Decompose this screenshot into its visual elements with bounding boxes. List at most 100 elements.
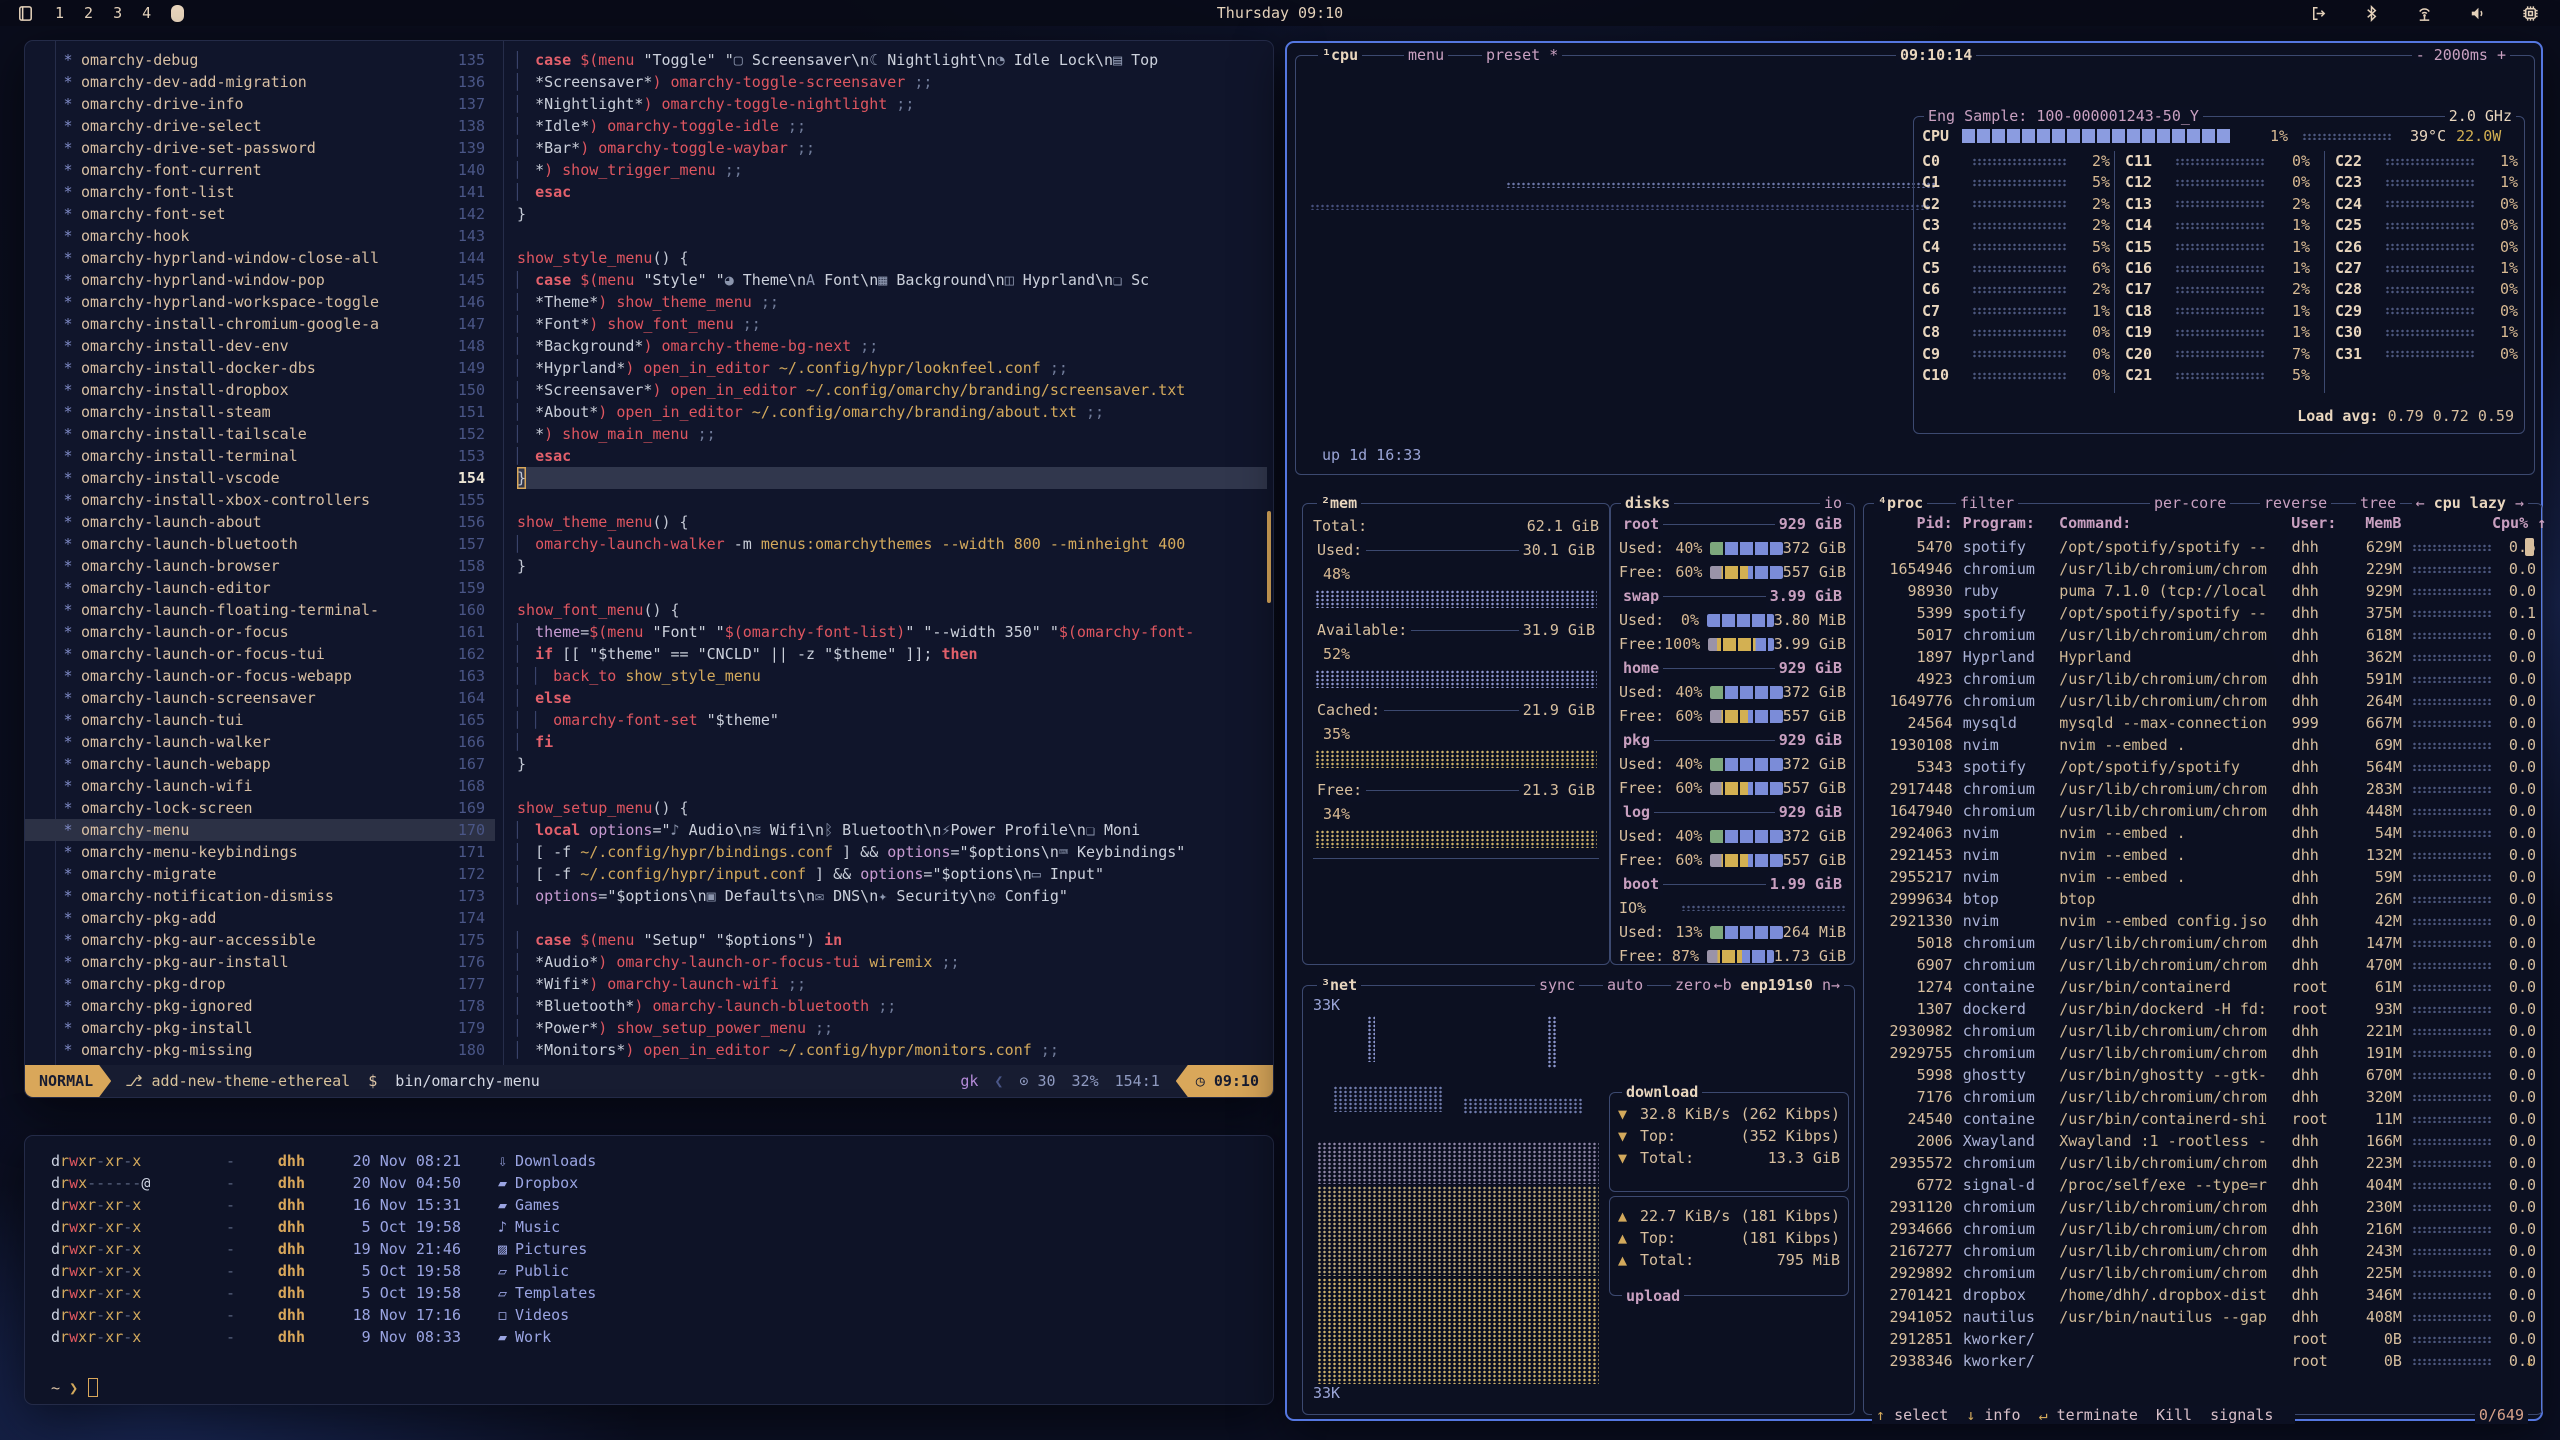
process-row[interactable]: 4923chromium/usr/lib/chromium/chromdhh59… (1870, 668, 2536, 690)
process-row[interactable]: 5470spotify/opt/spotify/spotify --dhh629… (1870, 536, 2536, 558)
proc-per-core[interactable]: per-core (2150, 494, 2230, 512)
code-pane[interactable]: ▏ case $(menu "Toggle" "▢ Screensaver\n☾… (517, 49, 1267, 1061)
editor-scrollbar[interactable] (1267, 511, 1271, 603)
process-row[interactable]: 5017chromium/usr/lib/chromium/chromdhh61… (1870, 624, 2536, 646)
cpu-watts: 22.0W (2456, 127, 2501, 145)
line-number: 179 (405, 1017, 485, 1039)
proc-filter[interactable]: filter (1956, 494, 2018, 512)
bluetooth-icon[interactable] (2362, 4, 2381, 23)
btop-window[interactable]: ¹cpu menu preset * 09:10:14 - 2000ms + u… (1285, 41, 2543, 1421)
process-row[interactable]: 2167277chromium/usr/lib/chromium/chromdh… (1870, 1240, 2536, 1262)
process-row[interactable]: 2938346kworker/root0B0.0↓ (1870, 1350, 2536, 1372)
update-interval[interactable]: - 2000ms + (2412, 46, 2510, 64)
process-row[interactable]: 98930rubypuma 7.1.0 (tcp://localdhh929M0… (1870, 580, 2536, 602)
mem-graph (1315, 670, 1597, 688)
process-row[interactable]: 2912851kworker/root0B0.0 (1870, 1328, 2536, 1350)
process-row[interactable]: 5998ghostty/usr/bin/ghostty --gtk-dhh670… (1870, 1064, 2536, 1086)
cpu-core-row: C310% (2335, 344, 2518, 365)
disk-meter (1708, 638, 1773, 651)
logout-icon[interactable] (2309, 4, 2328, 23)
code-line: ▏ *Bluetooth*) omarchy-launch-bluetooth … (517, 995, 1267, 1017)
process-row[interactable]: 2934666chromium/usr/lib/chromium/chromdh… (1870, 1218, 2536, 1240)
disk-usage-row: Used:40%372 GiB (1619, 680, 1846, 704)
mem-row: Cached:21.9 GiB (1313, 698, 1599, 722)
proc-box-title[interactable]: ⁴proc (1874, 494, 1927, 512)
mem-total-value: 62.1 GiB (1527, 514, 1599, 538)
net-auto-toggle[interactable]: auto (1603, 976, 1647, 994)
preset-button[interactable]: preset * (1482, 46, 1562, 64)
net-interface[interactable]: ←b enp191s0 n→ (1710, 976, 1844, 994)
process-row[interactable]: 2930982chromium/usr/lib/chromium/chromdh… (1870, 1020, 2536, 1042)
process-row[interactable]: 2931120chromium/usr/lib/chromium/chromdh… (1870, 1196, 2536, 1218)
cpu-box-title[interactable]: ¹cpu (1318, 46, 1362, 64)
code-line: ▏ [ -f ~/.config/hypr/bindings.conf ] &&… (517, 841, 1267, 863)
process-row[interactable]: 6772signal-d/proc/self/exe --type=rdhh40… (1870, 1174, 2536, 1196)
list-item: drwxr-xr-x-dhh 5 Oct 19:58▱Templates (51, 1282, 1263, 1304)
line-number: 155 (405, 489, 485, 511)
terminal-window[interactable]: drwxr-xr-x-dhh20 Nov 08:21⇩Downloadsdrwx… (24, 1135, 1274, 1405)
process-row[interactable]: 1307dockerd/usr/bin/dockerd -H fd:root93… (1870, 998, 2536, 1020)
disk-section: boot1.99 GiB (1619, 872, 1846, 896)
process-row[interactable]: 2921453nvimnvim --embed .dhh132M0.0 (1870, 844, 2536, 866)
disks-box-title[interactable]: disks (1621, 494, 1674, 512)
shell-prompt[interactable]: ~ ❯ (51, 1378, 98, 1397)
process-row[interactable]: 24564mysqldmysqld --max-connection999667… (1870, 712, 2536, 734)
net-sync-toggle[interactable]: sync (1535, 976, 1579, 994)
process-row[interactable]: 7176chromium/usr/lib/chromium/chromdhh32… (1870, 1086, 2536, 1108)
disk-usage-row: Used:40%372 GiB (1619, 752, 1846, 776)
menu-button[interactable]: menu (1404, 46, 1448, 64)
line-number: 150 (405, 379, 485, 401)
process-row[interactable]: 2935572chromium/usr/lib/chromium/chromdh… (1870, 1152, 2536, 1174)
process-row[interactable]: 2701421dropbox/home/dhh/.dropbox-distdhh… (1870, 1284, 2536, 1306)
process-row[interactable]: 1897HyprlandHyprlanddhh362M0.0 (1870, 646, 2536, 668)
process-row[interactable]: 5343spotify/opt/spotify/spotifydhh564M0.… (1870, 756, 2536, 778)
process-row[interactable]: 1647940chromium/usr/lib/chromium/chromdh… (1870, 800, 2536, 822)
disks-io-toggle[interactable]: io (1820, 494, 1846, 512)
process-row[interactable]: 2921330nvimnvim --embed config.jsodhh42M… (1870, 910, 2536, 932)
mem-row: Free:21.3 GiB (1313, 778, 1599, 802)
code-line: ▏ *Idle*) omarchy-toggle-idle ;; (517, 115, 1267, 137)
process-row[interactable]: 2929755chromium/usr/lib/chromium/chromdh… (1870, 1042, 2536, 1064)
network-icon[interactable] (2415, 4, 2434, 23)
process-row[interactable]: 2941052nautilus/usr/bin/nautilus --gapdh… (1870, 1306, 2536, 1328)
process-row[interactable]: 2917448chromium/usr/lib/chromium/chromdh… (1870, 778, 2536, 800)
process-row[interactable]: 1930108nvimnvim --embed .dhh69M0.0 (1870, 734, 2536, 756)
net-box-title[interactable]: ³net (1317, 976, 1361, 994)
workspace-active-indicator[interactable] (171, 5, 184, 22)
process-row[interactable]: 5399spotify/opt/spotify/spotify --dhh375… (1870, 602, 2536, 624)
process-row[interactable]: 1274containe/usr/bin/containerdroot61M0.… (1870, 976, 2536, 998)
process-row[interactable]: 2924063nvimnvim --embed .dhh54M0.0 (1870, 822, 2536, 844)
proc-tree[interactable]: tree (2356, 494, 2400, 512)
cpu-core-row: C290% (2335, 301, 2518, 322)
process-row[interactable]: 2999634btopbtopdhh26M0.0 (1870, 888, 2536, 910)
workspace-3[interactable]: 3 (113, 4, 122, 22)
line-number: 161 (405, 621, 485, 643)
workspace-4[interactable]: 4 (142, 4, 151, 22)
process-row[interactable]: 1654946chromium/usr/lib/chromium/chromdh… (1870, 558, 2536, 580)
cpu-core-row: C161% (2125, 258, 2310, 279)
process-row[interactable]: 2006XwaylandXwayland :1 -rootless -dhh16… (1870, 1130, 2536, 1152)
process-row[interactable]: 2955217nvimnvim --embed .dhh59M0.0 (1870, 866, 2536, 888)
process-row[interactable]: 5018chromium/usr/lib/chromium/chromdhh14… (1870, 932, 2536, 954)
cpu-icon[interactable] (2521, 4, 2540, 23)
proc-reverse[interactable]: reverse (2260, 494, 2331, 512)
process-row[interactable]: 2929892chromium/usr/lib/chromium/chromdh… (1870, 1262, 2536, 1284)
process-row[interactable]: 6907chromium/usr/lib/chromium/chromdhh47… (1870, 954, 2536, 976)
window-logo-icon[interactable] (16, 4, 35, 23)
process-row[interactable]: 1649776chromium/usr/lib/chromium/chromdh… (1870, 690, 2536, 712)
line-number: 171 (405, 841, 485, 863)
disk-list: root929 GiBUsed:40%372 GiBFree:60%557 Gi… (1619, 512, 1846, 968)
workspace-2[interactable]: 2 (84, 4, 93, 22)
net-scale-bottom: 33K (1313, 1384, 1340, 1402)
mem-box-title[interactable]: ²mem (1317, 494, 1361, 512)
list-item: drwx------@-dhh20 Nov 04:50▰Dropbox (51, 1172, 1263, 1194)
process-row[interactable]: 24540containe/usr/bin/containerd-shiroot… (1870, 1108, 2536, 1130)
plugin-icon: ⊙ (1019, 1072, 1028, 1090)
volume-icon[interactable] (2468, 4, 2487, 23)
net-zero-toggle[interactable]: zero (1671, 976, 1715, 994)
proc-sort[interactable]: ← cpu lazy → (2412, 494, 2528, 512)
workspace-1[interactable]: 1 (55, 4, 64, 22)
clock-icon: ◷ (1196, 1072, 1205, 1090)
cpu-core-row: C32% (1922, 215, 2110, 236)
line-number: 163 (405, 665, 485, 687)
